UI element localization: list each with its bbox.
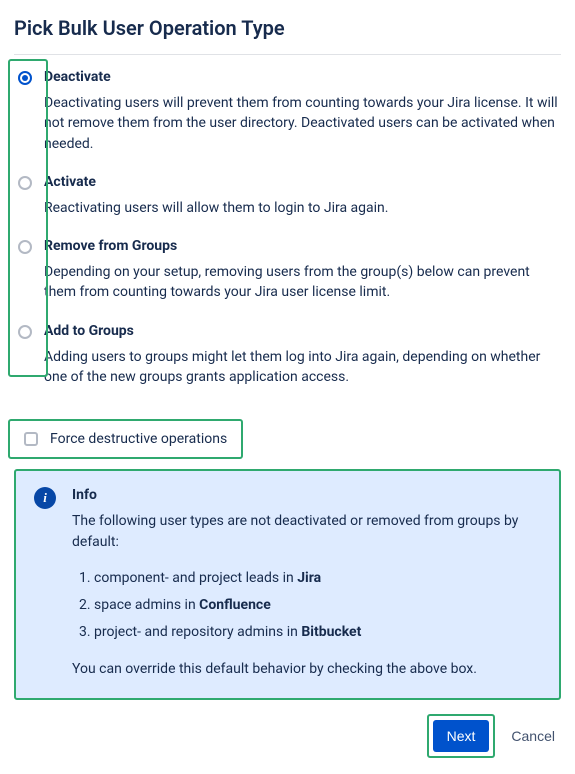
info-icon: i [34, 487, 56, 509]
option-remove-from-groups[interactable]: Remove from Groups [14, 232, 561, 256]
highlight-box-next: Next [427, 714, 496, 758]
cancel-button[interactable]: Cancel [505, 720, 561, 752]
info-list: component- and project leads in Jira spa… [72, 565, 541, 645]
info-title: Info [72, 487, 541, 503]
option-desc: Deactivating users will prevent them fro… [44, 93, 561, 154]
option-label[interactable]: Remove from Groups [44, 238, 177, 254]
info-list-item: project- and repository admins in Bitbuc… [94, 619, 541, 646]
force-destructive-label[interactable]: Force destructive operations [50, 431, 227, 447]
option-desc: Adding users to groups might let them lo… [44, 347, 561, 388]
option-desc: Reactivating users will allow them to lo… [44, 198, 561, 218]
info-list-item: component- and project leads in Jira [94, 565, 541, 592]
radio-remove-from-groups[interactable] [18, 240, 32, 254]
page-title: Pick Bulk User Operation Type [14, 16, 561, 40]
radio-deactivate[interactable] [18, 71, 32, 85]
radio-activate[interactable] [18, 176, 32, 190]
info-body: Info The following user types are not de… [72, 487, 541, 680]
info-panel: i Info The following user types are not … [14, 469, 561, 700]
option-desc: Depending on your setup, removing users … [44, 262, 561, 303]
footer-actions: Next Cancel [14, 714, 561, 758]
divider [14, 54, 561, 55]
info-outro: You can override this default behavior b… [72, 659, 541, 680]
option-add-to-groups[interactable]: Add to Groups [14, 317, 561, 341]
next-button[interactable]: Next [433, 720, 490, 752]
option-deactivate[interactable]: Deactivate [14, 63, 561, 87]
operation-options: Deactivate Deactivating users will preve… [14, 63, 561, 387]
option-activate[interactable]: Activate [14, 168, 561, 192]
info-intro: The following user types are not deactiv… [72, 511, 541, 553]
option-label[interactable]: Activate [44, 174, 96, 190]
option-label[interactable]: Deactivate [44, 69, 111, 85]
radio-add-to-groups[interactable] [18, 325, 32, 339]
option-label[interactable]: Add to Groups [44, 323, 134, 339]
force-destructive-wrap[interactable]: Force destructive operations [8, 419, 243, 459]
info-list-item: space admins in Confluence [94, 592, 541, 619]
force-destructive-checkbox[interactable] [24, 432, 38, 446]
